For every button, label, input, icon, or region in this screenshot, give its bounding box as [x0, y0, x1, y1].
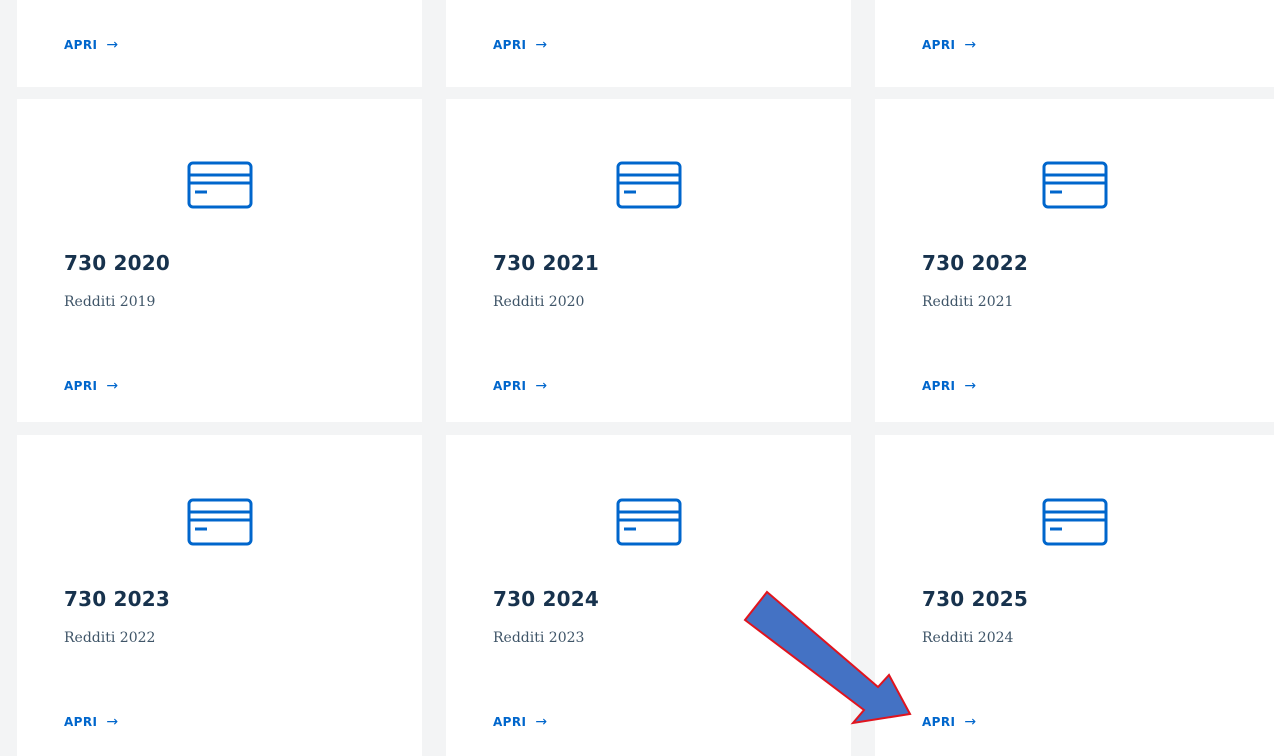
apri-link-label: APRI: [493, 715, 527, 729]
apri-link[interactable]: APRI →: [922, 715, 977, 729]
card-partial-3: APRI →: [875, 0, 1274, 87]
arrow-right-icon: →: [964, 378, 977, 394]
apri-link-label: APRI: [493, 379, 527, 393]
apri-link[interactable]: APRI →: [64, 715, 119, 729]
card-title: 730 2021: [493, 251, 599, 275]
apri-link[interactable]: APRI →: [493, 38, 548, 52]
apri-link[interactable]: APRI →: [922, 379, 977, 393]
card-title: 730 2025: [922, 587, 1028, 611]
card-730-2023: 730 2023 Redditi 2022 APRI →: [17, 435, 422, 756]
card-grid: APRI → APRI → APRI → 730 2020 Redditi 20…: [0, 0, 1274, 756]
apri-link[interactable]: APRI →: [493, 379, 548, 393]
apri-link-label: APRI: [922, 379, 956, 393]
card-subtitle: Redditi 2023: [493, 630, 585, 646]
apri-link-label: APRI: [922, 715, 956, 729]
arrow-right-icon: →: [535, 37, 548, 53]
credit-card-icon: [187, 498, 252, 546]
card-730-2020: 730 2020 Redditi 2019 APRI →: [17, 99, 422, 422]
credit-card-icon: [1042, 161, 1107, 209]
apri-link-label: APRI: [64, 715, 98, 729]
card-partial-1: APRI →: [17, 0, 422, 87]
apri-link[interactable]: APRI →: [64, 38, 119, 52]
arrow-right-icon: →: [535, 714, 548, 730]
card-subtitle: Redditi 2022: [64, 630, 156, 646]
arrow-right-icon: →: [106, 378, 119, 394]
apri-link-label: APRI: [922, 38, 956, 52]
apri-link[interactable]: APRI →: [493, 715, 548, 729]
credit-card-icon: [187, 161, 252, 209]
card-title: 730 2024: [493, 587, 599, 611]
card-730-2022: 730 2022 Redditi 2021 APRI →: [875, 99, 1274, 422]
card-subtitle: Redditi 2024: [922, 630, 1014, 646]
card-730-2021: 730 2021 Redditi 2020 APRI →: [446, 99, 851, 422]
card-title: 730 2020: [64, 251, 170, 275]
apri-link[interactable]: APRI →: [64, 379, 119, 393]
card-subtitle: Redditi 2019: [64, 294, 156, 310]
card-partial-2: APRI →: [446, 0, 851, 87]
card-730-2025: 730 2025 Redditi 2024 APRI →: [875, 435, 1274, 756]
card-subtitle: Redditi 2021: [922, 294, 1014, 310]
apri-link[interactable]: APRI →: [922, 38, 977, 52]
card-subtitle: Redditi 2020: [493, 294, 585, 310]
credit-card-icon: [616, 161, 681, 209]
apri-link-label: APRI: [64, 38, 98, 52]
card-title: 730 2022: [922, 251, 1028, 275]
arrow-right-icon: →: [964, 37, 977, 53]
apri-link-label: APRI: [64, 379, 98, 393]
card-title: 730 2023: [64, 587, 170, 611]
apri-link-label: APRI: [493, 38, 527, 52]
arrow-right-icon: →: [106, 37, 119, 53]
card-730-2024: 730 2024 Redditi 2023 APRI →: [446, 435, 851, 756]
arrow-right-icon: →: [535, 378, 548, 394]
arrow-right-icon: →: [106, 714, 119, 730]
credit-card-icon: [1042, 498, 1107, 546]
credit-card-icon: [616, 498, 681, 546]
arrow-right-icon: →: [964, 714, 977, 730]
